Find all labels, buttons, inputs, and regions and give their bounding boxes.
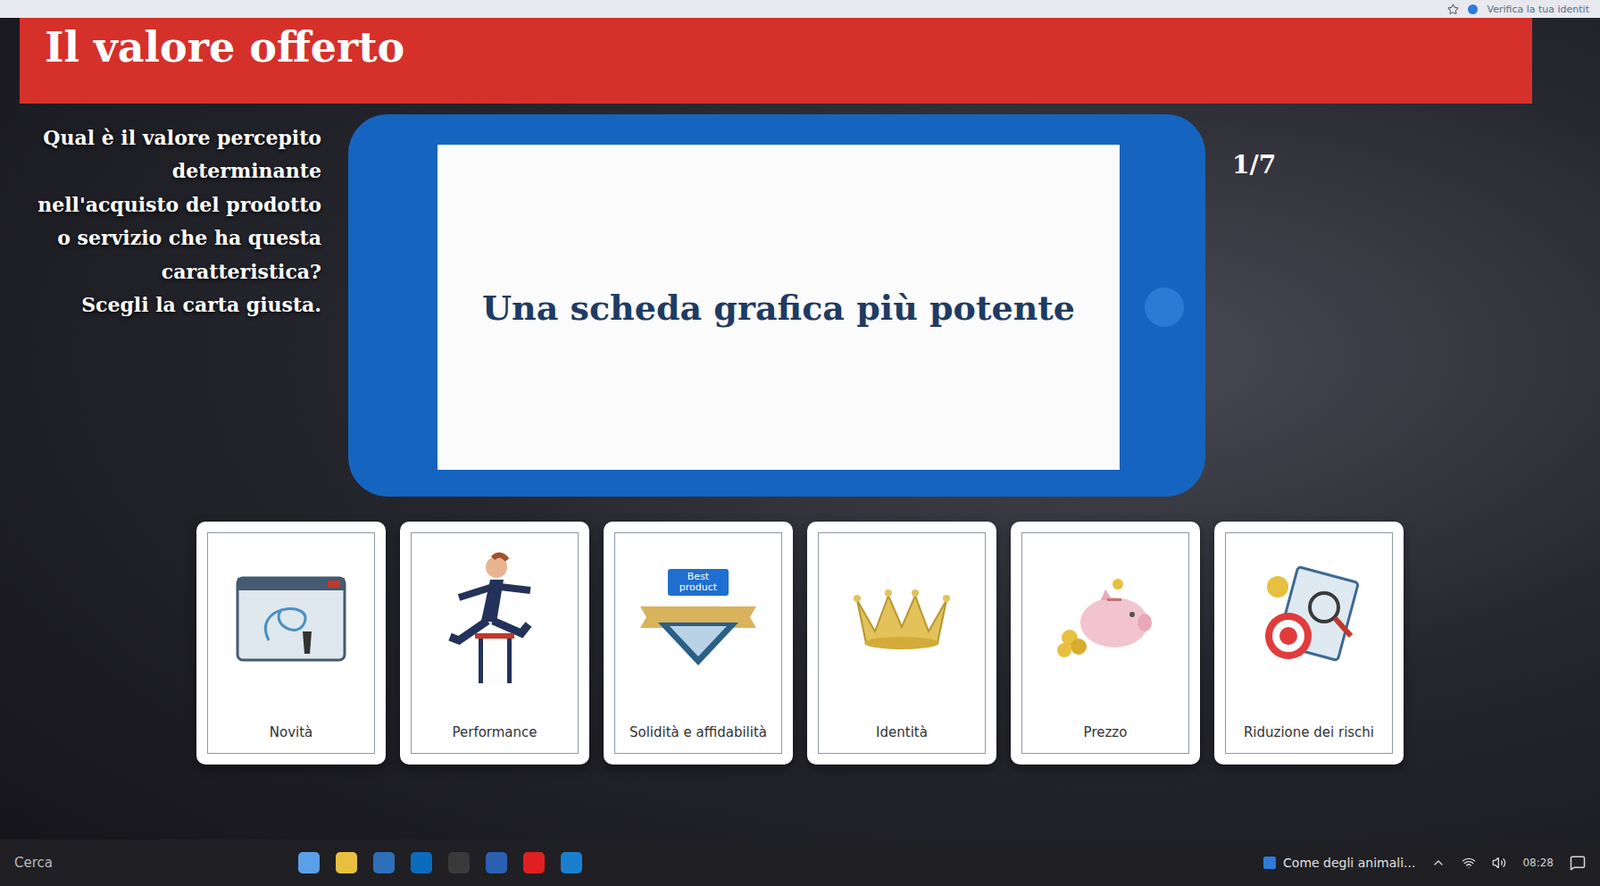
drawing-window-icon (233, 568, 350, 667)
taskbar-app-icon[interactable] (523, 851, 545, 874)
card-row: Novità Performance Best product Solidità e … (0, 496, 1600, 765)
counter: 1/7 (1232, 114, 1565, 497)
answer-card[interactable]: Riduzione dei rischi (1214, 521, 1404, 765)
taskbar-app-icon[interactable] (335, 851, 358, 874)
tablet-button (1144, 287, 1184, 327)
taskbar-app-icon[interactable] (410, 851, 433, 874)
question-text: Qual è il valore percepito determinante … (35, 121, 322, 289)
answer-card[interactable]: Best product Solidità e affidabilità (603, 521, 793, 765)
browser-strip: Verifica la tua identit (0, 0, 1600, 18)
question: Qual è il valore percepito determinante … (35, 114, 322, 497)
taskbar-app-icon[interactable] (298, 851, 320, 874)
main-area: Qual è il valore percepito determinante … (0, 103, 1600, 497)
card-label: Solidità e affidabilità (629, 725, 767, 741)
wifi-icon[interactable] (1461, 855, 1476, 870)
taskbar-app-icon[interactable] (448, 851, 470, 874)
tray-chevron-icon[interactable] (1431, 855, 1446, 870)
notifications-icon[interactable] (1569, 854, 1586, 871)
tablet: Una scheda grafica più potente (348, 114, 1206, 497)
answer-card[interactable]: Prezzo (1010, 521, 1200, 765)
page: Verifica la tua identitIl valore offerto… (0, 0, 1600, 886)
title: Il valore offerto (44, 23, 405, 72)
header-band: Il valore offerto (19, 17, 1533, 104)
taskbar: Cerca Come degli animali... 08:28 (0, 839, 1600, 886)
answer-card[interactable]: Novità (196, 521, 386, 765)
media-widget[interactable]: Come degli animali... (1263, 855, 1416, 870)
card-label: Identità (875, 725, 928, 741)
piggy-bank-icon (1051, 573, 1159, 663)
stage: Il valore offerto Qual è il valore percep… (0, 17, 1600, 840)
crown-icon (848, 582, 956, 654)
answer-card[interactable]: Performance (400, 521, 590, 765)
identity-notice[interactable]: Verifica la tua identit (1486, 3, 1590, 16)
card-label: Performance (451, 725, 537, 741)
ribbon-badge-icon (635, 595, 761, 667)
taskbar-app-icon[interactable] (373, 851, 395, 874)
answer-card[interactable]: Identità (807, 521, 997, 765)
taskbar-app-icon[interactable] (560, 851, 583, 874)
star-icon[interactable] (1447, 3, 1459, 16)
taskbar-app-icon[interactable] (485, 851, 508, 874)
statement: Una scheda grafica più potente (482, 287, 1075, 328)
card-label: Novità (269, 725, 314, 741)
best-product-badge: Best product (667, 568, 729, 596)
identity-icon (1467, 4, 1478, 15)
runner-icon (441, 550, 549, 685)
media-icon (1263, 856, 1276, 869)
question-instruction: Scegli la carta giusta. (35, 288, 322, 322)
card-label: Prezzo (1083, 725, 1128, 741)
tablet-screen: Una scheda grafica più potente (437, 144, 1120, 470)
volume-icon[interactable] (1491, 855, 1507, 870)
taskbar-search[interactable]: Cerca (14, 854, 283, 871)
clock[interactable]: 08:28 (1522, 856, 1554, 869)
card-label: Riduzione dei rischi (1243, 725, 1375, 741)
target-magnifier-icon (1250, 564, 1367, 672)
